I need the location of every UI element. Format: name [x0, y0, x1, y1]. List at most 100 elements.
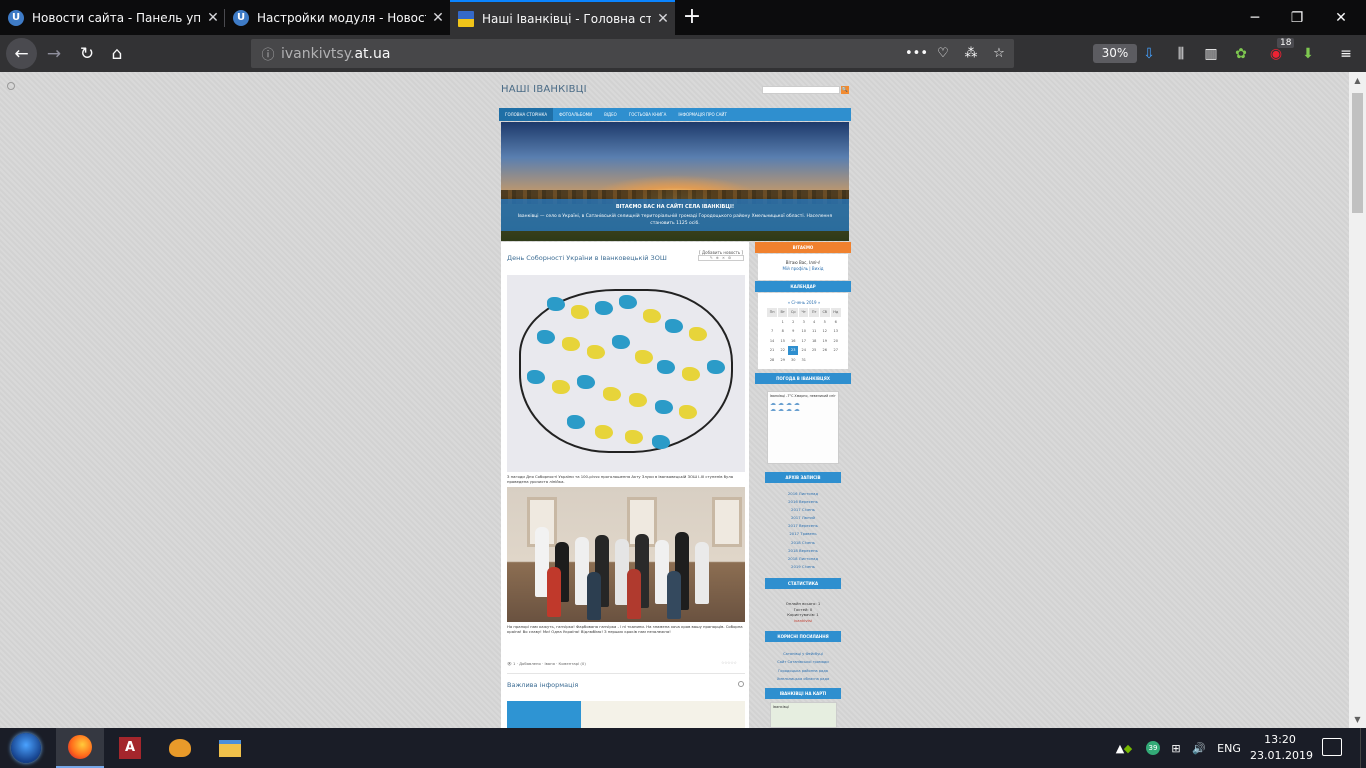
show-desktop-button[interactable] — [1360, 728, 1366, 768]
extension-icon[interactable]: ✿ — [1230, 43, 1252, 65]
network-icon[interactable]: ⊞ — [1165, 728, 1187, 768]
calendar-day[interactable]: 1 — [777, 316, 789, 327]
minimize-button[interactable]: ─ — [1232, 0, 1278, 35]
calendar-day[interactable]: 10 — [798, 326, 810, 337]
article-photo-children[interactable] — [507, 487, 745, 622]
article-rating[interactable]: ☆☆☆☆☆ — [721, 660, 737, 665]
calendar-day[interactable]: 22 — [777, 345, 789, 356]
download-helper-icon[interactable]: ⬇ — [1297, 43, 1319, 65]
scrollbar-thumb[interactable] — [1352, 93, 1363, 213]
site-info-icon[interactable]: ⓘ — [255, 44, 281, 63]
nav-guestbook[interactable]: ГОСТЬОВА КНИГА — [623, 108, 672, 121]
restore-button[interactable]: ❐ — [1274, 0, 1320, 35]
downloads-icon[interactable]: ⇩ — [1138, 43, 1160, 65]
calendar-day[interactable]: 27 — [829, 345, 843, 356]
tab-site-news[interactable]: U Новости сайта - Панель упра ✕ — [0, 0, 225, 35]
calendar-day[interactable]: 23 — [787, 345, 800, 356]
close-tab-icon[interactable]: ✕ — [201, 10, 225, 26]
calendar-day[interactable]: 6 — [829, 316, 843, 327]
calendar-day[interactable]: 28 — [765, 354, 779, 365]
archive-item[interactable]: 2017 Січень — [762, 506, 844, 514]
calendar-day[interactable]: 13 — [829, 326, 843, 337]
calendar-day[interactable]: 29 — [777, 354, 789, 365]
new-tab-button[interactable]: + — [678, 3, 706, 31]
nav-about[interactable]: ІНФОРМАЦІЯ ПРО САЙТ — [672, 108, 733, 121]
map-widget[interactable]: Іванківці — [770, 702, 837, 728]
tray-app-icon[interactable]: 39 — [1142, 728, 1164, 768]
calendar-day[interactable]: 30 — [787, 354, 800, 365]
library-icon[interactable]: ⫼ — [1170, 43, 1192, 65]
close-tab-icon[interactable]: ✕ — [651, 11, 675, 27]
calendar-month[interactable]: « Січень 2019 » — [766, 300, 842, 305]
article-photo-hands-map[interactable] — [507, 275, 745, 472]
taskbar-firefox[interactable] — [56, 728, 104, 768]
volume-icon[interactable]: 🔊 — [1188, 728, 1210, 768]
calendar-day[interactable]: 3 — [798, 316, 810, 327]
article-admin-icons[interactable]: ✎ ⊕ ✕ ⚙ — [698, 255, 744, 261]
taskbar-clock[interactable]: 13:20 23.01.2019 — [1250, 732, 1313, 764]
archive-item[interactable]: 2016 Вересень — [762, 498, 844, 506]
extension-grid-icon[interactable]: ⁂ — [961, 44, 981, 64]
forward-button[interactable]: → — [39, 39, 69, 69]
nvidia-icon[interactable]: ◆ — [1116, 728, 1140, 768]
useful-link[interactable]: Сатанівці у Фейсбуці — [762, 650, 844, 658]
nav-home[interactable]: ГОЛОВНА СТОРІНКА — [499, 108, 554, 121]
archive-item[interactable]: 2017 Лютий — [762, 514, 844, 522]
site-title[interactable]: НАШІ ІВАНКІВЦІ — [501, 84, 587, 95]
rss-icon[interactable] — [738, 681, 744, 687]
calendar-day[interactable]: 9 — [787, 326, 800, 337]
article-title[interactable]: День Соборності України в Іванковецькій … — [507, 254, 667, 262]
taskbar-app[interactable] — [156, 728, 204, 768]
site-search-button[interactable]: 🔍 — [841, 86, 849, 94]
taskbar-access[interactable]: A — [106, 728, 154, 768]
start-button[interactable] — [6, 731, 46, 765]
useful-link[interactable]: Сайт Сатанівської громади — [762, 658, 844, 666]
calendar-day[interactable]: 24 — [798, 345, 810, 356]
calendar-day[interactable]: 25 — [808, 345, 820, 356]
action-center-icon[interactable] — [1322, 738, 1342, 756]
calendar-day[interactable]: 15 — [777, 335, 789, 346]
calendar-day[interactable]: 12 — [819, 326, 831, 337]
calendar-day[interactable]: 26 — [819, 345, 831, 356]
archive-item[interactable]: 2017 Травень — [762, 530, 844, 538]
second-article-image[interactable] — [507, 701, 745, 728]
back-button[interactable]: ← — [6, 38, 37, 69]
calendar-day[interactable]: 11 — [808, 326, 820, 337]
page-actions-icon[interactable]: ••• — [905, 44, 928, 64]
calendar-day[interactable]: 14 — [765, 335, 779, 346]
menu-icon[interactable]: ≡ — [1335, 43, 1357, 65]
sidebar-icon[interactable]: ▥ — [1200, 43, 1222, 65]
tab-home-page[interactable]: Наші Іванківці - Головна стор ✕ — [450, 0, 675, 35]
calendar-day[interactable]: 20 — [829, 335, 843, 346]
site-search-input[interactable] — [762, 86, 840, 94]
calendar-day[interactable]: 4 — [808, 316, 820, 327]
tab-module-settings[interactable]: U Настройки модуля - Новости ✕ — [225, 0, 450, 35]
calendar-day[interactable]: 19 — [819, 335, 831, 346]
nav-video[interactable]: ВІДЕО — [598, 108, 623, 121]
calendar-day[interactable]: 18 — [808, 335, 820, 346]
pocket-icon[interactable]: ♡ — [933, 44, 953, 64]
scroll-down-arrow-icon[interactable]: ▼ — [1349, 711, 1366, 728]
second-article-title[interactable]: Важлива інформація — [507, 681, 578, 689]
bookmark-star-icon[interactable]: ☆ — [989, 44, 1009, 64]
archive-item[interactable]: 2016 Листопад — [762, 490, 844, 498]
calendar-day[interactable]: 7 — [765, 326, 779, 337]
calendar-day[interactable]: 31 — [798, 354, 810, 365]
useful-link[interactable]: Хмельницька обласна рада — [762, 675, 844, 683]
language-indicator[interactable]: ENG — [1212, 728, 1246, 768]
home-button[interactable]: ⌂ — [102, 39, 132, 69]
calendar-day[interactable]: 8 — [777, 326, 789, 337]
useful-link[interactable]: Городоцька районна рада — [762, 667, 844, 675]
taskbar-explorer[interactable] — [206, 728, 254, 768]
nav-photo-albums[interactable]: ФОТОАЛЬБОМИ — [553, 108, 598, 121]
calendar-day[interactable]: 5 — [819, 316, 831, 327]
stats-user-link[interactable]: ivankivtsi — [762, 618, 844, 624]
close-window-button[interactable]: ✕ — [1318, 0, 1364, 35]
calendar-day[interactable]: 17 — [798, 335, 810, 346]
url-bar[interactable]: ⓘ ivankivtsy. at.ua 30% ••• ♡ ⁂ ☆ — [251, 39, 1137, 68]
zoom-level-button[interactable]: 30% — [1093, 44, 1137, 63]
archive-item[interactable]: 2017 Вересень — [762, 522, 844, 530]
close-tab-icon[interactable]: ✕ — [426, 10, 450, 26]
calendar-day[interactable]: 2 — [787, 316, 800, 327]
calendar-day[interactable]: 21 — [765, 345, 779, 356]
